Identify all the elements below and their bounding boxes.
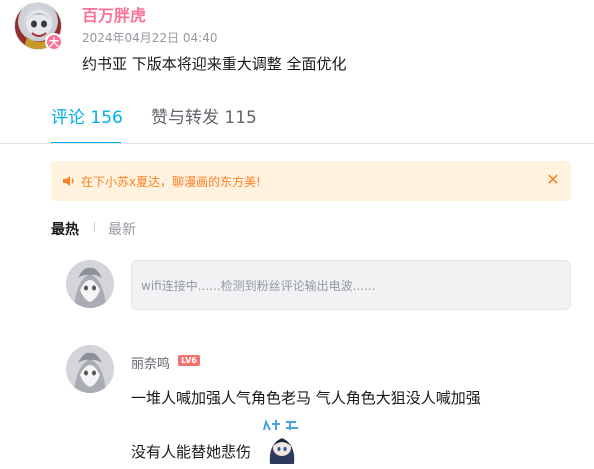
reply-placeholder: wifi连接中......检测到粉丝评论输出电波...... — [141, 279, 376, 293]
post-author-avatar[interactable]: 大 — [14, 2, 63, 51]
notice-text[interactable]: 在下小苏x夏达，聊漫画的东方美! — [81, 173, 261, 190]
post-username[interactable]: 百万胖虎 — [82, 2, 146, 26]
sort-new[interactable]: 最新 — [108, 219, 136, 239]
emoji-sticker-icon — [256, 416, 306, 466]
avatar-image — [66, 260, 114, 308]
tabs-divider — [0, 143, 594, 144]
tab-comments[interactable]: 评论 156 — [51, 103, 123, 128]
speaker-icon — [61, 173, 77, 189]
tab-likes-shares[interactable]: 赞与转发 115 — [151, 103, 257, 128]
close-icon[interactable]: ✕ — [545, 172, 561, 188]
level-badge: LV6 — [178, 355, 200, 366]
comment-text-line2: 没有人能替她悲伤 — [131, 443, 252, 461]
post-date: 2024年04月22日 04:40 — [82, 31, 218, 45]
reply-input[interactable]: wifi连接中......检测到粉丝评论输出电波...... — [131, 260, 571, 310]
comment-author-avatar[interactable] — [66, 345, 114, 393]
comment-text-line1: 一堆人喊加强人气角色老马 气人角色大狙没人喊加强 — [131, 389, 481, 407]
notice-bar: 在下小苏x夏达，聊漫画的东方美! ✕ — [51, 161, 571, 201]
post-header: 大 百万胖虎 2024年04月22日 04:40 约书亚 下版本将迎来重大调整 … — [14, 2, 584, 82]
current-user-avatar — [66, 260, 114, 308]
avatar-image — [66, 345, 114, 393]
comment-username[interactable]: 丽奈鸣 — [131, 353, 170, 372]
sort-divider — [94, 222, 95, 232]
post-text: 约书亚 下版本将迎来重大调整 全面优化 — [82, 55, 347, 73]
vip-badge: 大 — [45, 33, 63, 51]
sort-hot[interactable]: 最热 — [51, 219, 79, 239]
